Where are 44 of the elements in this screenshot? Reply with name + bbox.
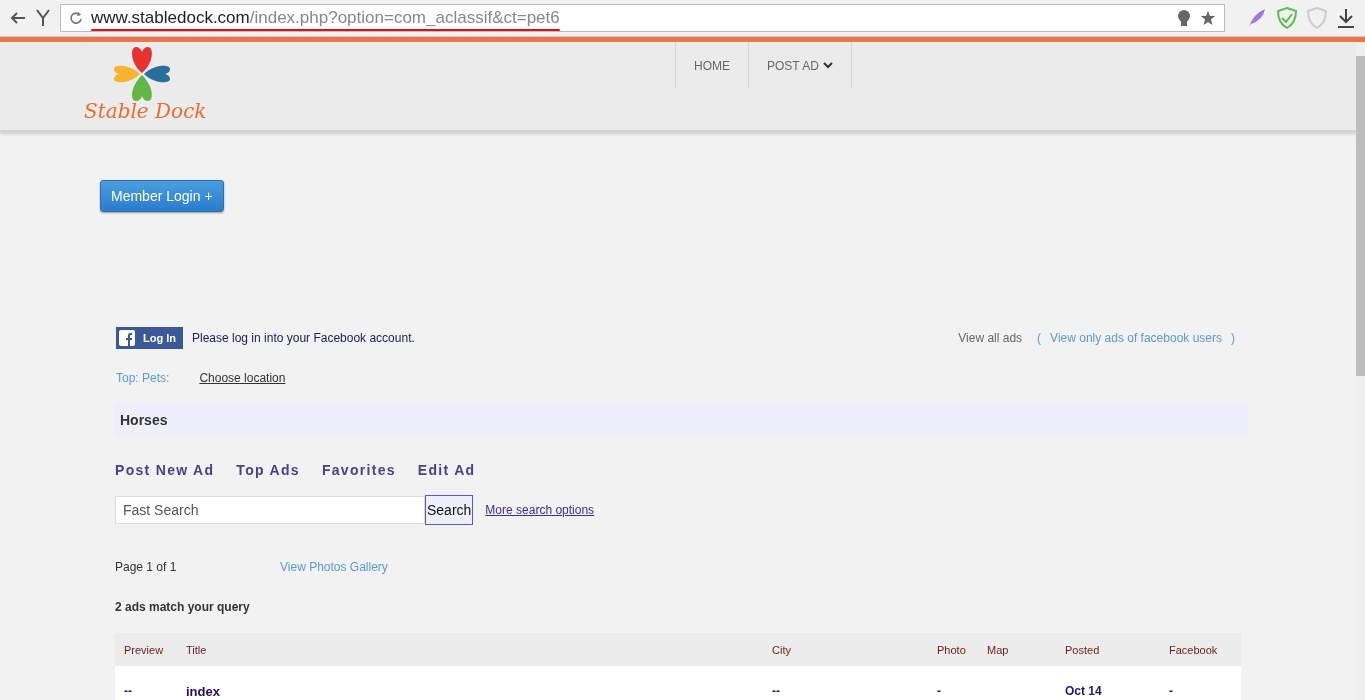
column-header: Posted <box>1056 633 1160 666</box>
facebook-icon <box>119 330 135 346</box>
search-button[interactable]: Search <box>425 495 474 525</box>
table-cell: -- <box>763 666 928 700</box>
address-bar[interactable]: www.stabledock.com/index.php?option=com_aclassif&ct=pet6 <box>60 4 1225 32</box>
download-icon[interactable] <box>1337 8 1355 28</box>
more-search-options-link[interactable]: More search options <box>485 503 595 517</box>
nav-link[interactable]: POST AD <box>748 42 852 89</box>
search-field[interactable]: Fast Search <box>115 496 425 524</box>
paren-text: ( <box>1037 331 1042 345</box>
category-heading: Horses <box>114 403 1249 437</box>
facebook-login-button[interactable]: Log In <box>116 327 183 349</box>
table-cell: Oct 14 <box>1056 666 1160 700</box>
browser-logo-icon[interactable] <box>36 9 50 27</box>
nav-link[interactable]: HOME <box>675 42 748 89</box>
column-header: Preview <box>115 633 177 666</box>
member-login-button[interactable]: Member Login + <box>100 180 224 212</box>
page-indicator: Page 1 of 1 <box>115 560 178 574</box>
lightbulb-icon[interactable] <box>1176 9 1192 27</box>
url-text: www.stabledock.com/index.php?option=com_aclassif&ct=pet6 <box>91 8 560 28</box>
back-icon[interactable] <box>10 11 26 25</box>
column-header: Facebook <box>1160 633 1241 666</box>
column-header: Title <box>177 633 763 666</box>
reload-icon[interactable] <box>69 11 83 25</box>
facebook-message: Please log in into your Facebook account. <box>192 331 415 345</box>
view-all-ads-text: View all ads <box>958 331 1023 345</box>
table-cell: - <box>1160 666 1241 700</box>
column-header: Photo <box>928 633 978 666</box>
table-cell: -- <box>115 666 177 700</box>
table-cell: - <box>928 666 978 700</box>
action-link[interactable]: Edit Ad <box>417 462 476 478</box>
choose-location-link[interactable]: Choose location <box>199 371 286 385</box>
action-link[interactable]: Favorites <box>321 462 396 478</box>
feather-icon[interactable] <box>1247 8 1267 28</box>
shield-check-icon[interactable] <box>1277 7 1297 29</box>
action-link[interactable]: Top Ads <box>236 462 300 478</box>
star-icon[interactable] <box>1200 10 1216 26</box>
column-header: Map <box>978 633 1056 666</box>
logo-text: Stable Dock <box>84 99 207 123</box>
action-link[interactable]: Post New Ad <box>115 462 215 478</box>
table-cell: index <box>177 666 763 700</box>
paren-text: ) <box>1231 331 1235 345</box>
results-count: 2 ads match your query <box>115 600 251 614</box>
column-header: City <box>763 633 928 666</box>
